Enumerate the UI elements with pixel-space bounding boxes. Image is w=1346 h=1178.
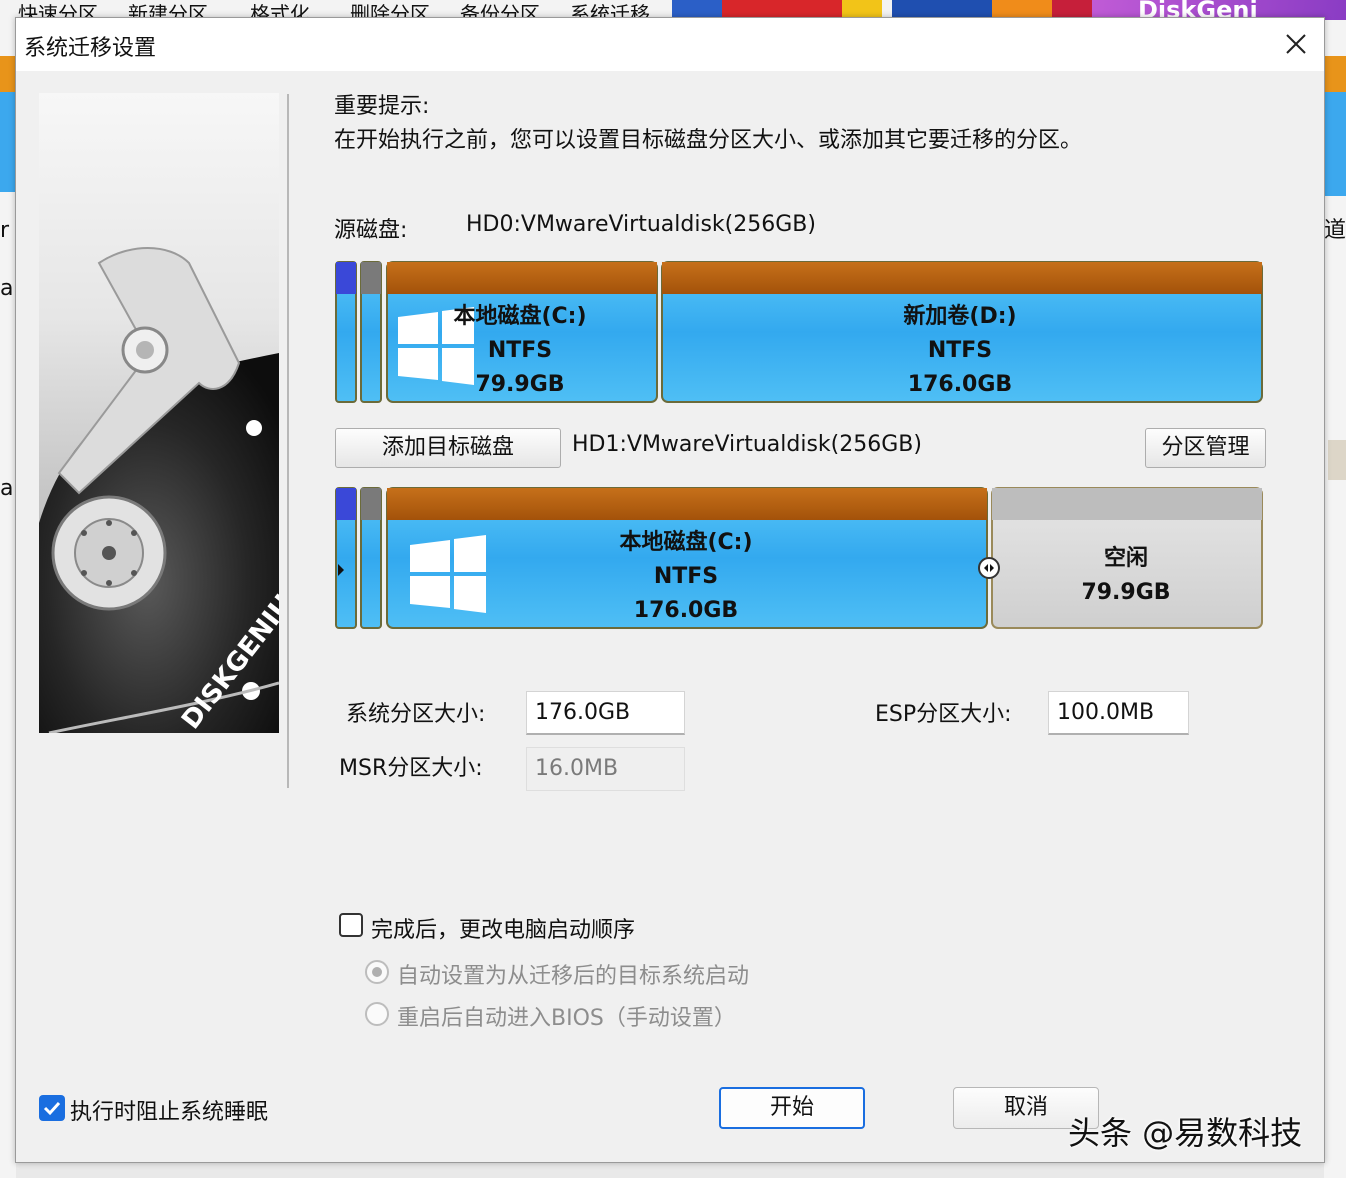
source-c-size: 79.9GB — [475, 372, 564, 397]
watermark: 头条 @易数科技 — [1068, 1114, 1303, 1152]
target-disk-name: HD1:VMwareVirtualdisk(256GB) — [572, 432, 922, 457]
source-disk-name: HD0:VMwareVirtualdisk(256GB) — [466, 212, 816, 237]
target-c-fs: NTFS — [654, 564, 718, 589]
msr-partition-size-label: MSR分区大小: — [339, 756, 483, 781]
target-mini-partition-1[interactable] — [335, 487, 357, 629]
change-boot-order-checkbox[interactable] — [339, 913, 363, 937]
target-disk-map: 本地磁盘(C:) NTFS 176.0GB 空闲 79.9GB — [335, 487, 1263, 629]
side-divider — [287, 94, 289, 788]
edge-blue-bar — [0, 92, 16, 192]
prevent-sleep-checkbox[interactable] — [39, 1095, 65, 1121]
radio-auto-boot[interactable] — [365, 960, 389, 984]
radio-enter-bios-label: 重启后自动进入BIOS（手动设置） — [397, 1006, 736, 1031]
system-migration-dialog: 系统迁移设置 DISKGENIUS 重要提示: 在开始执行之前，您可以设置目标磁… — [15, 17, 1325, 1163]
source-d-fs: NTFS — [928, 338, 992, 363]
edge-char-3: a — [0, 476, 14, 501]
edge-right-tan-bar — [1328, 440, 1346, 480]
target-free-name: 空闲 — [1104, 545, 1148, 571]
background-right-edge: 道 — [1324, 20, 1346, 1178]
edge-right-blue-bar — [1324, 92, 1346, 196]
target-c-name: 本地磁盘(C:) — [619, 529, 752, 555]
close-icon — [1286, 34, 1306, 54]
close-button[interactable] — [1278, 26, 1314, 62]
checkmark-icon — [43, 1101, 61, 1116]
change-boot-order-label: 完成后，更改电脑启动顺序 — [371, 918, 636, 943]
edge-right-orange-bar — [1324, 56, 1346, 92]
source-c-fs: NTFS — [488, 338, 552, 363]
dialog-title: 系统迁移设置 — [24, 36, 157, 61]
radio-selected-dot — [372, 967, 382, 977]
partition-manage-button[interactable]: 分区管理 — [1145, 428, 1266, 468]
edge-orange-bar — [0, 56, 16, 92]
source-d-size: 176.0GB — [908, 372, 1012, 397]
source-disk-label: 源磁盘: — [334, 218, 408, 243]
system-partition-size-input[interactable]: 176.0GB — [526, 691, 685, 735]
radio-enter-bios[interactable] — [365, 1002, 389, 1026]
source-mini-partition-1[interactable] — [335, 261, 357, 403]
target-free-size: 79.9GB — [1081, 580, 1170, 605]
start-button[interactable]: 开始 — [719, 1087, 865, 1129]
target-c-size: 176.0GB — [634, 598, 738, 623]
resize-handle-icon[interactable] — [978, 557, 1000, 579]
source-disk-map: 本地磁盘(C:) NTFS 79.9GB 新加卷(D:) NTFS 176.0G… — [335, 261, 1263, 403]
edge-char-right: 道 — [1324, 218, 1346, 243]
source-c-name: 本地磁盘(C:) — [453, 303, 586, 329]
source-d-name: 新加卷(D:) — [903, 303, 1016, 329]
msr-partition-size-input[interactable]: 16.0MB — [526, 747, 685, 791]
esp-partition-size-label: ESP分区大小: — [875, 702, 1012, 727]
target-mini-partition-2[interactable] — [360, 487, 382, 629]
system-partition-size-label: 系统分区大小: — [346, 702, 486, 727]
hint-text: 在开始执行之前，您可以设置目标磁盘分区大小、或添加其它要迁移的分区。 — [334, 128, 1083, 153]
edge-char-1: r — [0, 218, 10, 243]
dialog-titlebar[interactable]: 系统迁移设置 — [16, 18, 1324, 71]
radio-auto-boot-label: 自动设置为从迁移后的目标系统启动 — [397, 964, 750, 989]
diskgenius-hdd-illustration: DISKGENIUS — [39, 93, 279, 733]
source-mini-partition-2[interactable] — [360, 261, 382, 403]
background-left-edge: r a a — [0, 20, 16, 1178]
add-target-disk-button[interactable]: 添加目标磁盘 — [335, 428, 561, 468]
esp-partition-size-input[interactable]: 100.0MB — [1048, 691, 1189, 735]
hint-title: 重要提示: — [334, 94, 430, 119]
prevent-sleep-label: 执行时阻止系统睡眠 — [70, 1100, 269, 1125]
edge-char-2: a — [0, 276, 14, 301]
